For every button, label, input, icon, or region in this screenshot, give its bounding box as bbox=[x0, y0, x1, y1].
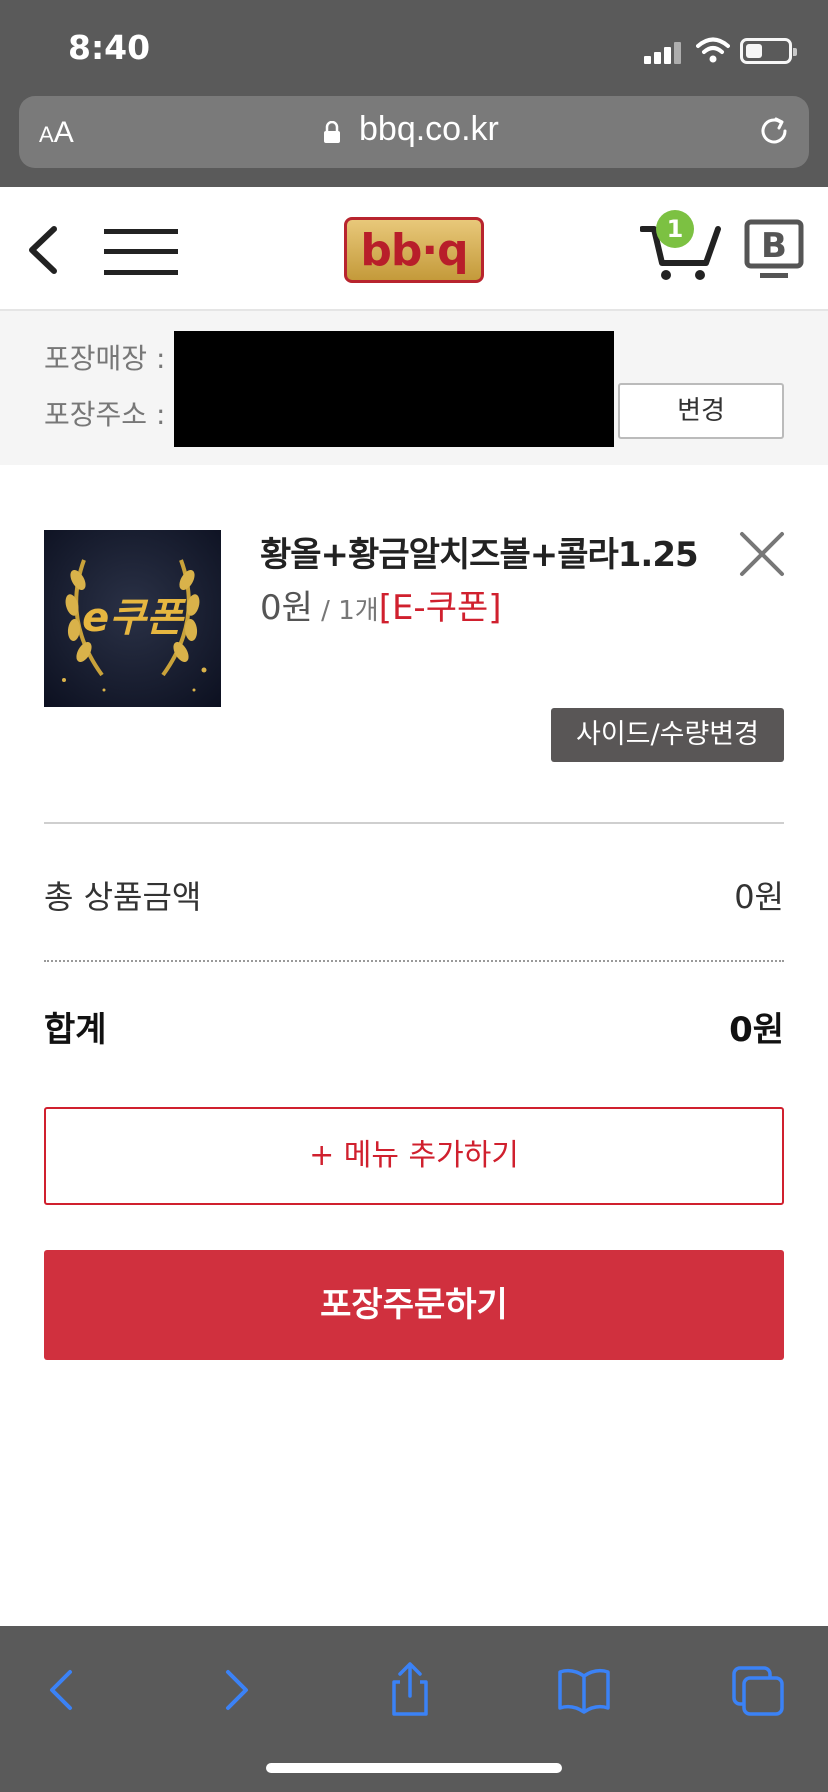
browser-back-icon[interactable] bbox=[32, 1660, 92, 1720]
item-name: 황올+황금알치즈볼+콜라1.25 bbox=[260, 535, 699, 575]
text-size-button[interactable]: AA bbox=[39, 116, 74, 150]
cellular-signal-icon bbox=[644, 42, 684, 64]
change-options-button[interactable]: 사이드/수량변경 bbox=[551, 708, 784, 762]
browser-forward-icon[interactable] bbox=[206, 1660, 266, 1720]
dotted-divider bbox=[44, 960, 784, 962]
total-label: 합계 bbox=[44, 1010, 107, 1050]
url-text[interactable]: bbq.co.kr bbox=[359, 110, 499, 149]
item-coupon-tag: [E-쿠폰] bbox=[378, 588, 502, 628]
home-indicator bbox=[266, 1763, 562, 1773]
share-icon[interactable] bbox=[380, 1660, 440, 1720]
item-quantity: / 1개 bbox=[312, 596, 379, 626]
browser-chrome: 8:40 AA bbq.co.kr bbox=[0, 0, 828, 187]
thumbnail-coupon-text: e쿠폰 bbox=[82, 595, 183, 641]
bbq-logo[interactable]: bb·q bbox=[344, 217, 484, 283]
divider bbox=[44, 822, 784, 824]
wifi-icon bbox=[696, 37, 730, 63]
pickup-order-button[interactable]: 포장주문하기 bbox=[44, 1250, 784, 1360]
change-store-button[interactable]: 변경 bbox=[618, 383, 784, 439]
address-bar[interactable]: AA bbq.co.kr bbox=[19, 96, 809, 168]
item-price-line: 0원 / 1개[E-쿠폰] bbox=[260, 580, 502, 629]
reload-icon[interactable] bbox=[757, 114, 791, 148]
back-arrow-icon[interactable] bbox=[24, 225, 60, 275]
battery-icon bbox=[740, 38, 797, 64]
hamburger-menu-icon[interactable] bbox=[104, 227, 178, 277]
pickup-address-label: 포장주소 : bbox=[44, 398, 166, 431]
subtotal-label: 총 상품금액 bbox=[44, 878, 202, 916]
item-thumbnail: e쿠폰 bbox=[44, 530, 221, 707]
status-bar: 8:40 bbox=[0, 0, 828, 95]
bookmarks-icon[interactable] bbox=[554, 1660, 614, 1720]
lock-icon bbox=[324, 121, 340, 143]
add-menu-button[interactable]: + 메뉴 추가하기 bbox=[44, 1107, 784, 1205]
logo-text: bb·q bbox=[360, 224, 468, 276]
tabs-icon[interactable] bbox=[728, 1660, 788, 1720]
pickup-info: 포장매장 : 포장주소 : 변경 bbox=[0, 311, 828, 465]
cart-count-badge: 1 bbox=[656, 210, 694, 248]
bbq-b-icon[interactable]: B bbox=[744, 219, 804, 281]
status-time: 8:40 bbox=[68, 28, 151, 67]
svg-text:B: B bbox=[761, 226, 787, 266]
subtotal-value: 0원 bbox=[734, 878, 784, 916]
item-price: 0원 bbox=[260, 588, 313, 628]
pickup-store-label: 포장매장 : bbox=[44, 342, 166, 375]
total-value: 0원 bbox=[729, 1010, 784, 1050]
site-header: bb·q 1 B bbox=[0, 187, 828, 311]
redacted-block bbox=[174, 331, 614, 447]
remove-item-icon[interactable] bbox=[738, 530, 786, 578]
